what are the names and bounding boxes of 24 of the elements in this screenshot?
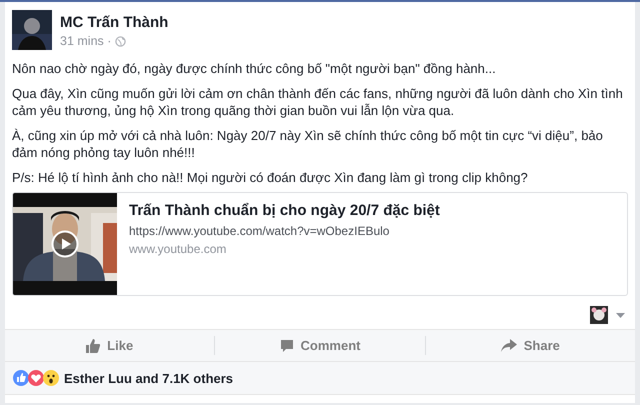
profile-avatar[interactable]: [590, 306, 608, 324]
reaction-summary[interactable]: Esther Luu and 7.1K others: [64, 370, 234, 386]
post-paragraph: Qua đây, Xìn cũng muốn gửi lời cảm ơn chân thành đến các fans, những người đã luôn dành cho Xìn tình cảm yêu thương, ủng hộ Xìn trong quãng thời gian buồn vui lẫn lộn vừa qua.: [12, 85, 624, 119]
link-domain: www.youtube.com: [129, 242, 228, 256]
post-paragraph: Nôn nao chờ ngày đó, ngày được chính thức công bố "một người bạn" đồng hành...: [12, 60, 497, 77]
link-preview[interactable]: Trấn Thành chuẩn bị cho ngày 20/7 đặc biệt https://www.youtube.com/watch?v=wObezIEBulo www.youtube.com: [12, 192, 628, 296]
post-paragraph: À, cũng xin úp mở với cả nhà luôn: Ngày 20/7 này Xìn sẽ chính thức công bố một tin cực “vi diệu”, bảo đảm nóng phỏng tay luôn nhé!!!: [12, 127, 604, 161]
thumbs-up-icon: [86, 338, 100, 352]
avatar[interactable]: [12, 10, 52, 50]
like-button[interactable]: Like: [76, 334, 144, 357]
share-button[interactable]: Share: [490, 334, 570, 357]
heart-reaction-icon: [28, 370, 44, 386]
comment-button[interactable]: Comment: [270, 334, 370, 357]
like-reaction-icon: [13, 370, 29, 386]
globe-icon: [115, 36, 126, 46]
link-title[interactable]: Trấn Thành chuẩn bị cho ngày 20/7 đặc biệt: [129, 201, 440, 220]
post-paragraph: P/s: Hé lộ tí hình ảnh cho nà!! Mọi người có đoán được Xìn đang làm gì trong clip không?: [12, 169, 529, 186]
link-url[interactable]: https://www.youtube.com/watch?v=wObezIEBulo: [129, 224, 440, 238]
wow-reaction-icon: [43, 370, 59, 386]
share-arrow-icon: [500, 339, 517, 352]
author-name[interactable]: MC Trấn Thành: [60, 14, 168, 31]
caret-icon[interactable]: [616, 312, 625, 318]
speech-bubble-icon: [280, 338, 294, 352]
play-icon[interactable]: [51, 230, 79, 258]
